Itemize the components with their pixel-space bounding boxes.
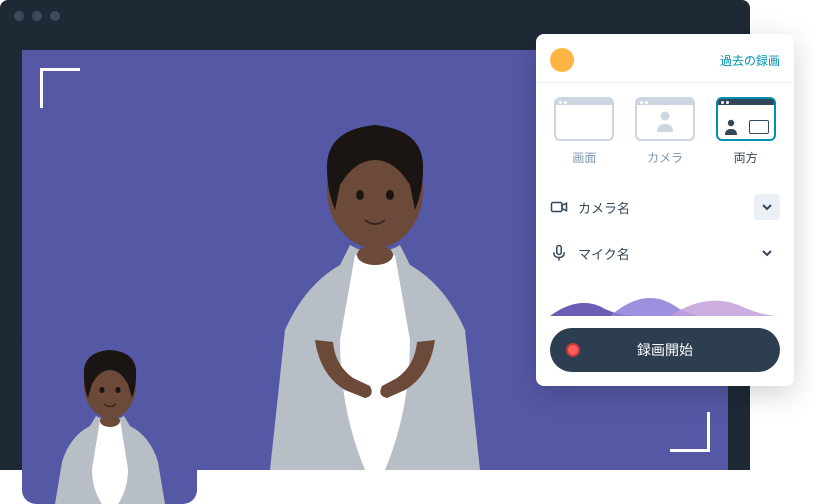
- screen-icon: [556, 99, 612, 105]
- screen-icon: [718, 99, 774, 105]
- camera-selector[interactable]: カメラ名: [550, 184, 780, 230]
- mode-screen[interactable]: 画面: [550, 97, 619, 166]
- mode-selector: 画面 カメラ 両方: [550, 97, 780, 166]
- record-button-label: 録画開始: [637, 340, 693, 360]
- mic-icon: [550, 244, 568, 262]
- person-icon: [655, 110, 675, 132]
- presenter-image: [215, 90, 535, 470]
- recording-panel: 過去の録画 画面 カメラ: [536, 34, 794, 386]
- camera-icon: [550, 198, 568, 216]
- camera-name: カメラ名: [578, 198, 744, 217]
- mode-label: 画面: [572, 149, 596, 166]
- presenter-thumbnail-image: [40, 334, 180, 504]
- chevron-down-icon: [754, 194, 780, 220]
- window-dot: [14, 11, 24, 21]
- divider: [536, 82, 794, 83]
- mode-label: カメラ: [647, 149, 683, 166]
- mic-selector[interactable]: マイク名: [550, 230, 780, 276]
- record-dot-icon: [566, 343, 580, 357]
- frame-corner: [40, 68, 80, 108]
- mic-name: マイク名: [578, 244, 744, 263]
- window-dot: [32, 11, 42, 21]
- record-button[interactable]: 録画開始: [550, 328, 780, 372]
- avatar[interactable]: [550, 48, 574, 72]
- screen-icon: [637, 99, 693, 105]
- chevron-down-icon: [754, 240, 780, 266]
- mode-label: 両方: [734, 149, 758, 166]
- person-icon: [724, 119, 738, 135]
- frame-corner: [670, 412, 710, 452]
- panel-header: 過去の録画: [550, 48, 780, 72]
- camera-thumbnail[interactable]: [22, 329, 197, 504]
- audio-waveform: [550, 284, 780, 316]
- mode-camera[interactable]: カメラ: [631, 97, 700, 166]
- window-dot: [50, 11, 60, 21]
- screen-mini-icon: [749, 120, 769, 134]
- mode-both[interactable]: 両方: [711, 97, 780, 166]
- past-recordings-link[interactable]: 過去の録画: [720, 52, 780, 69]
- title-bar: [0, 0, 750, 32]
